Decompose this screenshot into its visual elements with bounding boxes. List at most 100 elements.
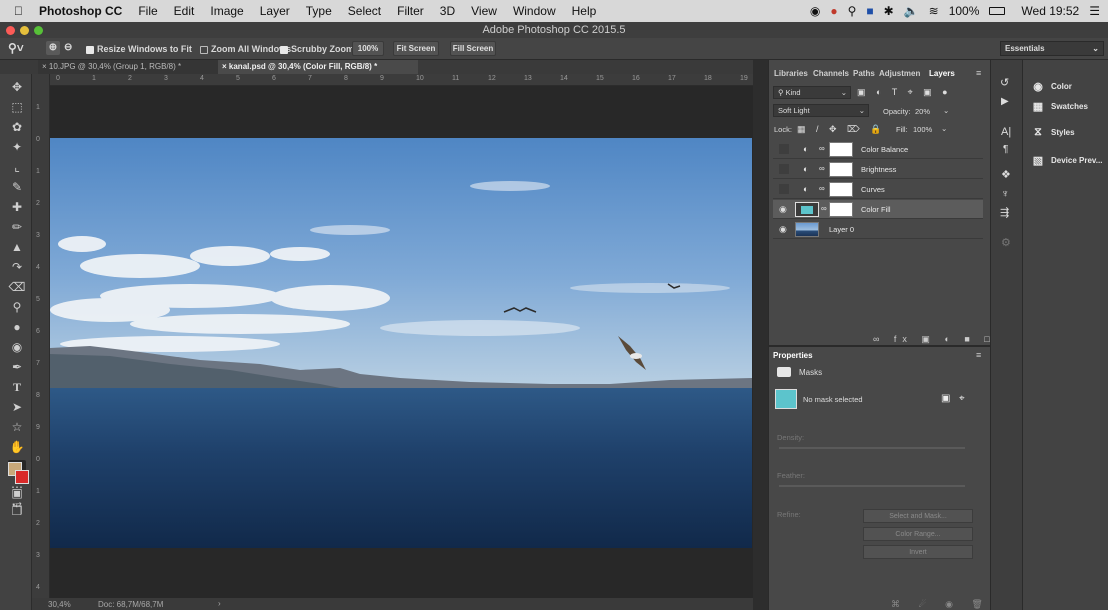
color-range-button[interactable]: Color Range... <box>863 527 973 541</box>
menu-window[interactable]: Window <box>505 4 564 18</box>
clone-stamp-tool-icon[interactable]: ▲ <box>8 240 26 254</box>
density-slider[interactable] <box>779 447 965 449</box>
invert-button[interactable]: Invert <box>863 545 973 559</box>
menu-file[interactable]: File <box>130 4 165 18</box>
visibility-toggle-off[interactable] <box>779 184 789 194</box>
chevron-down-icon[interactable]: ⌄ <box>941 124 947 133</box>
layer-row-brightness[interactable]: ◐ ∞ Brightness <box>773 160 983 179</box>
volume-icon[interactable]: 🔈 <box>904 4 919 18</box>
zoom-all-windows-checkbox[interactable]: Zoom All Windows <box>200 44 291 54</box>
eye-icon[interactable]: ◉ <box>779 224 789 234</box>
panel-menu-icon[interactable]: ≡ <box>976 350 981 360</box>
zoom-100-button[interactable]: 100% <box>352 41 384 56</box>
zoom-out-icon[interactable]: ⊖ <box>64 41 72 55</box>
layer-row-color-balance[interactable]: ◐ ∞ Color Balance <box>773 140 983 159</box>
layer-row-color-fill[interactable]: ◉ ∞ Color Fill <box>773 200 983 219</box>
battery-icon[interactable] <box>989 7 1006 15</box>
spotlight-search-icon[interactable]: ⚲ <box>848 4 857 18</box>
eraser-tool-icon[interactable]: ⌫ <box>8 280 26 294</box>
close-tab-icon[interactable]: × <box>222 62 227 71</box>
paint-bucket-tool-icon[interactable]: ⚲ <box>8 300 26 314</box>
fit-screen-button[interactable]: Fit Screen <box>393 41 439 56</box>
menu-view[interactable]: View <box>463 4 505 18</box>
select-and-mask-button[interactable]: Select and Mask... <box>863 509 973 523</box>
tab-paths[interactable]: Paths <box>853 69 875 78</box>
zoom-in-icon[interactable]: ⊕ <box>46 41 60 55</box>
add-vector-mask-icon[interactable]: ⌖ <box>959 393 965 404</box>
menu-edit[interactable]: Edit <box>166 4 203 18</box>
close-tab-icon[interactable]: × <box>42 62 47 71</box>
history-brush-tool-icon[interactable]: ↷ <box>8 260 26 274</box>
quick-mask-icon[interactable]: ▣ <box>8 486 26 500</box>
properties-title[interactable]: Properties <box>773 351 813 360</box>
tab-channels[interactable]: Channels <box>813 69 849 78</box>
workspace-switcher[interactable]: Essentials ⌄ <box>1000 41 1104 56</box>
tab-adjustments[interactable]: Adjustmen <box>879 69 920 78</box>
tab-layers[interactable]: Layers <box>929 69 955 78</box>
screen-mode-icon[interactable]: ❐ <box>8 504 26 518</box>
brush-tool-icon[interactable]: ✏ <box>8 220 26 234</box>
quick-selection-tool-icon[interactable]: ✦ <box>8 140 26 154</box>
bluetooth-icon[interactable]: ✱ <box>884 4 894 18</box>
move-tool-icon[interactable]: ✥ <box>8 80 26 94</box>
layer-row-layer-0[interactable]: ◉ Layer 0 <box>773 220 983 239</box>
layer-filter-kind[interactable]: ⚲ Kind ⌄ <box>773 86 851 99</box>
zoom-tool-preset-icon[interactable]: ⚲˅ <box>8 41 24 55</box>
device-preview-panel-item[interactable]: ▧ Device Prev... <box>1031 154 1103 167</box>
feather-slider[interactable] <box>779 485 965 487</box>
color-panel-item[interactable]: ◉ Color <box>1031 80 1072 93</box>
vertical-ruler[interactable]: 1 0 1 2 3 4 5 6 7 8 9 0 1 2 3 4 <box>32 74 50 598</box>
blend-mode-select[interactable]: Soft Light ⌄ <box>773 104 869 117</box>
eye-icon[interactable]: ◉ <box>779 204 789 214</box>
hand-tool-icon[interactable]: ✋ <box>8 440 26 454</box>
document-tab-2[interactable]: × kanal.psd @ 30,4% (Color Fill, RGB/8) … <box>218 60 418 74</box>
canvas-area[interactable] <box>50 86 753 598</box>
apple-menu[interactable]:  <box>0 4 31 18</box>
menu-select[interactable]: Select <box>340 4 389 18</box>
character-icon[interactable]: A| <box>1001 126 1011 138</box>
menu-help[interactable]: Help <box>564 4 605 18</box>
actions-play-icon[interactable]: ▶ <box>1001 96 1009 107</box>
paragraph-icon[interactable]: ¶ <box>1003 144 1008 155</box>
document-size[interactable]: Doc: 68,7M/68,7M <box>98 600 163 609</box>
lasso-tool-icon[interactable]: ✿ <box>8 120 26 134</box>
menu-3d[interactable]: 3D <box>432 4 463 18</box>
panel-menu-icon[interactable]: ≡ <box>976 68 981 78</box>
eyedropper-tool-icon[interactable]: ✎ <box>8 180 26 194</box>
dodge-tool-icon[interactable]: ◉ <box>8 340 26 354</box>
visibility-toggle-off[interactable] <box>779 144 789 154</box>
properties-footer-icons[interactable]: ⌘ ☄ ◉ 🗑 <box>891 599 991 610</box>
tab-libraries[interactable]: Libraries <box>774 69 808 78</box>
history-icon[interactable]: ↺ <box>1000 76 1009 89</box>
3d-icon[interactable]: ❖ <box>1001 168 1011 181</box>
swatches-panel-item[interactable]: ▦ Swatches <box>1031 100 1088 113</box>
document-tab-1[interactable]: × 10.JPG @ 30,4% (Group 1, RGB/8) * <box>38 60 218 74</box>
menu-image[interactable]: Image <box>202 4 251 18</box>
healing-brush-tool-icon[interactable]: ✚ <box>8 200 26 214</box>
clock[interactable]: Wed 19:52 <box>1021 4 1079 18</box>
visibility-toggle-off[interactable] <box>779 164 789 174</box>
fill-value[interactable]: 100% <box>913 125 932 134</box>
resize-windows-checkbox[interactable]: Resize Windows to Fit <box>86 44 192 54</box>
type-tool-icon[interactable]: T <box>8 380 26 394</box>
layer-filter-icons[interactable]: ▣ ◐ T ⌖ ▣ ● <box>857 87 952 98</box>
chevron-down-icon[interactable]: ⌄ <box>943 106 949 115</box>
layer-row-curves[interactable]: ◐ ∞ Curves <box>773 180 983 199</box>
wifi-icon[interactable]: ≋ <box>929 4 939 18</box>
path-selection-tool-icon[interactable]: ➤ <box>8 400 26 414</box>
menu-filter[interactable]: Filter <box>389 4 432 18</box>
menu-type[interactable]: Type <box>298 4 340 18</box>
document-canvas[interactable] <box>50 138 752 548</box>
blur-tool-icon[interactable]: ● <box>8 320 26 334</box>
timeline-icon[interactable]: ⚙ <box>1001 236 1011 249</box>
status-app-icon[interactable]: ◉ <box>810 4 820 18</box>
crop-tool-icon[interactable]: ⌞ <box>8 160 26 174</box>
opacity-value[interactable]: 20% <box>915 107 930 116</box>
marquee-tool-icon[interactable]: ⬚ <box>8 100 26 114</box>
lock-icons[interactable]: ▦ / ✥ ⌦ 🔒 <box>797 124 885 135</box>
fill-screen-button[interactable]: Fill Screen <box>450 41 496 56</box>
shape-tool-icon[interactable]: ☆ <box>8 420 26 434</box>
tool-presets-icon[interactable]: ⇶ <box>1000 206 1009 219</box>
status-menu-arrow-icon[interactable]: › <box>218 599 221 608</box>
background-color-swatch[interactable] <box>15 470 29 484</box>
